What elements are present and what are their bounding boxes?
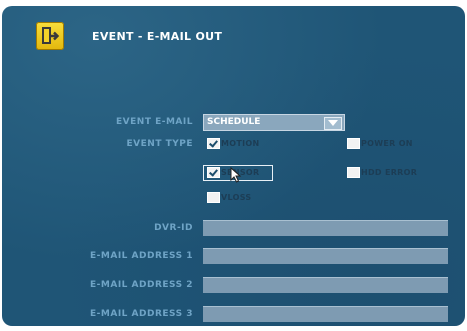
event-type-label: EVENT TYPE: [126, 139, 193, 149]
email-address-2-field[interactable]: [203, 277, 448, 293]
dvr-id-label: DVR-ID: [154, 223, 193, 233]
dvr-settings-screen: EVENT - E-MAIL OUT EVENT E-MAIL SCHEDULE…: [2, 6, 465, 326]
sensor-checkbox[interactable]: [207, 167, 220, 178]
vloss-label: VLOSS: [221, 193, 252, 202]
page-title: EVENT - E-MAIL OUT: [92, 30, 223, 43]
email-address-3-label: E-MAIL ADDRESS 3: [90, 309, 193, 319]
motion-checkbox[interactable]: [207, 138, 220, 149]
email-address-2-label: E-MAIL ADDRESS 2: [90, 280, 193, 290]
hdd-error-checkbox[interactable]: [347, 167, 360, 178]
event-email-dropdown[interactable]: SCHEDULE: [203, 114, 345, 131]
power-on-label: POWER ON: [361, 139, 413, 148]
event-email-value: SCHEDULE: [207, 117, 261, 127]
chevron-down-icon[interactable]: [324, 117, 342, 130]
power-on-checkbox[interactable]: [347, 138, 360, 149]
motion-label: MOTION: [221, 139, 260, 148]
vloss-checkbox[interactable]: [207, 192, 220, 203]
exit-door-icon[interactable]: [36, 22, 64, 50]
email-address-3-field[interactable]: [203, 306, 448, 322]
event-email-label: EVENT E-MAIL: [116, 117, 193, 127]
email-address-1-field[interactable]: [203, 248, 448, 264]
dvr-id-field[interactable]: [203, 220, 448, 236]
mouse-cursor-icon: [230, 166, 242, 187]
hdd-error-label: HDD ERROR: [361, 168, 418, 177]
email-address-1-label: E-MAIL ADDRESS 1: [90, 251, 193, 261]
